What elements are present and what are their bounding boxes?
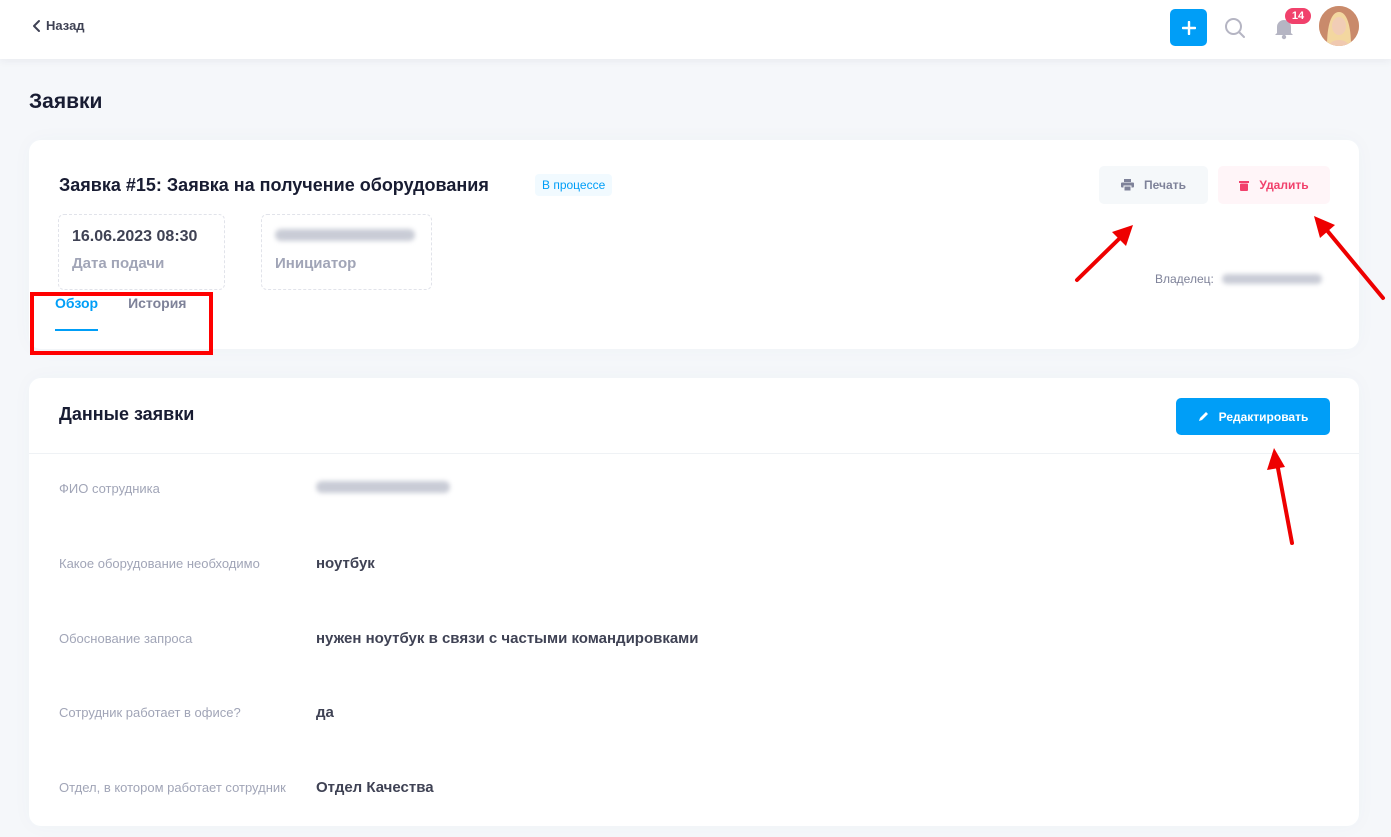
print-label: Печать bbox=[1144, 178, 1186, 192]
printer-icon bbox=[1121, 179, 1135, 191]
submission-date-label: Дата подачи bbox=[72, 255, 165, 272]
row-label: Сотрудник работает в офисе? bbox=[59, 705, 241, 720]
chevron-left-icon bbox=[33, 19, 40, 32]
section-title: Данные заявки bbox=[59, 404, 195, 424]
initiator-box: Инициатор bbox=[261, 214, 432, 290]
pencil-icon bbox=[1198, 412, 1208, 421]
request-title: Заявка #15: Заявка на получение оборудов… bbox=[59, 175, 489, 195]
status-badge: В процессе bbox=[535, 174, 613, 196]
page-title: Заявки bbox=[29, 90, 103, 113]
request-data-card: Данные заявки Редактировать ФИО сотрудни… bbox=[29, 378, 1359, 826]
edit-label: Редактировать bbox=[1218, 409, 1309, 424]
submission-date-box: 16.06.2023 08:30 Дата подачи bbox=[58, 214, 225, 290]
avatar[interactable] bbox=[1319, 6, 1359, 46]
row-label: Обоснование запроса bbox=[59, 631, 193, 646]
detail-row-justification: Обоснование запроса нужен ноутбук в связ… bbox=[59, 630, 1329, 647]
back-label: Назад bbox=[46, 18, 85, 33]
request-header-card: Заявка #15: Заявка на получение оборудов… bbox=[29, 140, 1359, 349]
print-button[interactable]: Печать bbox=[1099, 166, 1208, 204]
row-value: да bbox=[316, 704, 334, 721]
user-photo bbox=[1319, 6, 1359, 46]
back-link[interactable]: Назад bbox=[32, 18, 85, 33]
owner-label: Владелец: bbox=[1155, 272, 1214, 286]
tabs-highlight-annotation bbox=[30, 292, 213, 355]
row-value: Отдел Качества bbox=[316, 779, 434, 796]
add-button[interactable] bbox=[1170, 9, 1207, 46]
plus-icon bbox=[1181, 20, 1196, 35]
initiator-label: Инициатор bbox=[275, 255, 357, 272]
row-label: Какое оборудование необходимо bbox=[59, 556, 260, 571]
submission-date-value: 16.06.2023 08:30 bbox=[72, 228, 198, 245]
delete-label: Удалить bbox=[1259, 178, 1309, 192]
top-bar: Назад 14 bbox=[0, 0, 1391, 59]
trash-icon bbox=[1239, 180, 1250, 191]
row-label: Отдел, в котором работает сотрудник bbox=[59, 780, 286, 795]
row-value-redacted bbox=[316, 480, 450, 497]
notification-badge: 14 bbox=[1285, 8, 1311, 24]
row-value: нужен ноутбук в связи с частыми командир… bbox=[316, 630, 699, 647]
divider bbox=[29, 453, 1359, 454]
initiator-value-redacted bbox=[275, 228, 418, 246]
owner-field: Владелец: bbox=[1155, 272, 1322, 286]
row-label: ФИО сотрудника bbox=[59, 481, 160, 496]
edit-button[interactable]: Редактировать bbox=[1176, 398, 1330, 435]
detail-row-office: Сотрудник работает в офисе? да bbox=[59, 704, 1329, 721]
detail-row-department: Отдел, в котором работает сотрудник Отде… bbox=[59, 779, 1329, 796]
search-icon[interactable] bbox=[1223, 16, 1247, 40]
owner-value-redacted bbox=[1221, 274, 1322, 284]
row-value: ноутбук bbox=[316, 555, 375, 572]
detail-row-employee-name: ФИО сотрудника bbox=[59, 480, 1329, 497]
delete-button[interactable]: Удалить bbox=[1218, 166, 1330, 204]
detail-row-equipment: Какое оборудование необходимо ноутбук bbox=[59, 555, 1329, 572]
